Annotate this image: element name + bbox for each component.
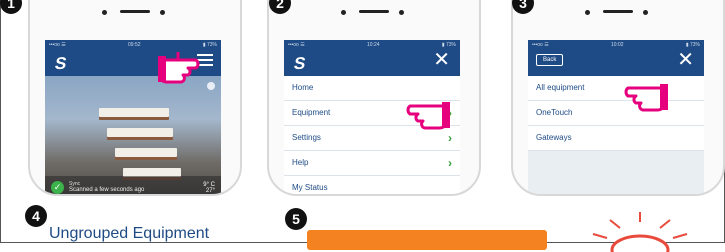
sensor-dot bbox=[643, 10, 648, 15]
pointing-hand-icon bbox=[406, 102, 450, 130]
menu-item-help[interactable]: Help › bbox=[284, 151, 460, 176]
phone-mockup-1: •••oo ☰ 09:52 ▮ 73% S ✓ Sync Scanned a f… bbox=[28, 0, 242, 196]
signal-indicator: •••oo ☰ bbox=[49, 42, 66, 48]
sensor-dot bbox=[399, 10, 404, 15]
pointing-hand-icon bbox=[158, 52, 200, 84]
camera-dot bbox=[102, 10, 107, 15]
app-logo: S bbox=[292, 54, 308, 73]
status-time: 10:02 bbox=[611, 42, 624, 48]
status-time: 10:24 bbox=[367, 42, 380, 48]
check-icon: ✓ bbox=[51, 181, 64, 194]
signal-indicator: •••oo ☰ bbox=[532, 42, 549, 48]
chevron-right-icon: › bbox=[448, 156, 452, 170]
speaker-slot bbox=[359, 10, 389, 13]
app-header: •••oo ☰ 10:02 ▮ 73% Back ✕ bbox=[528, 40, 704, 76]
section-title-ungrouped-equipment: Ungrouped Equipment bbox=[49, 225, 210, 242]
app-header: •••oo ☰ 10:24 ▮ 73% S ✕ bbox=[284, 40, 460, 76]
water-temp: 27° bbox=[205, 188, 215, 194]
temperature-readout: 9° C 27° bbox=[203, 182, 215, 194]
back-button[interactable]: Back bbox=[536, 54, 564, 66]
menu-item-my-status[interactable]: My Status bbox=[284, 176, 460, 194]
pool-photo: ✓ Sync Scanned a few seconds ago 9° C 27… bbox=[45, 76, 221, 194]
app-logo: S bbox=[53, 54, 69, 73]
battery-indicator: ▮ 73% bbox=[441, 42, 456, 48]
building-image bbox=[79, 98, 189, 188]
camera-dot bbox=[341, 10, 346, 15]
close-icon[interactable]: ✕ bbox=[433, 50, 450, 70]
status-bar: •••oo ☰ 10:24 ▮ 73% bbox=[288, 42, 456, 48]
signal-indicator: •••oo ☰ bbox=[288, 42, 305, 48]
phone-screen-3: •••oo ☰ 10:02 ▮ 73% Back ✕ All equipment… bbox=[528, 40, 704, 194]
speaker-slot bbox=[120, 10, 150, 13]
status-bar: •••oo ☰ 10:02 ▮ 73% bbox=[532, 42, 700, 48]
pointing-hand-icon bbox=[624, 84, 668, 112]
scan-status: Scanned a few seconds ago bbox=[69, 187, 145, 193]
close-icon[interactable]: ✕ bbox=[677, 50, 694, 70]
pool-status-bar: ✓ Sync Scanned a few seconds ago 9° C 27… bbox=[45, 176, 221, 194]
status-time: 09:52 bbox=[128, 42, 141, 48]
camera-dot bbox=[585, 10, 590, 15]
sensor-dot bbox=[160, 10, 165, 15]
menu-item-gateways[interactable]: Gateways bbox=[528, 126, 704, 151]
step-badge-4: 4 bbox=[25, 205, 47, 227]
step-badge-5: 5 bbox=[285, 208, 307, 230]
battery-indicator: ▮ 73% bbox=[685, 42, 700, 48]
speaker-slot bbox=[603, 10, 633, 13]
lightbulb-icon bbox=[592, 212, 688, 252]
orange-action-button[interactable] bbox=[307, 230, 547, 250]
